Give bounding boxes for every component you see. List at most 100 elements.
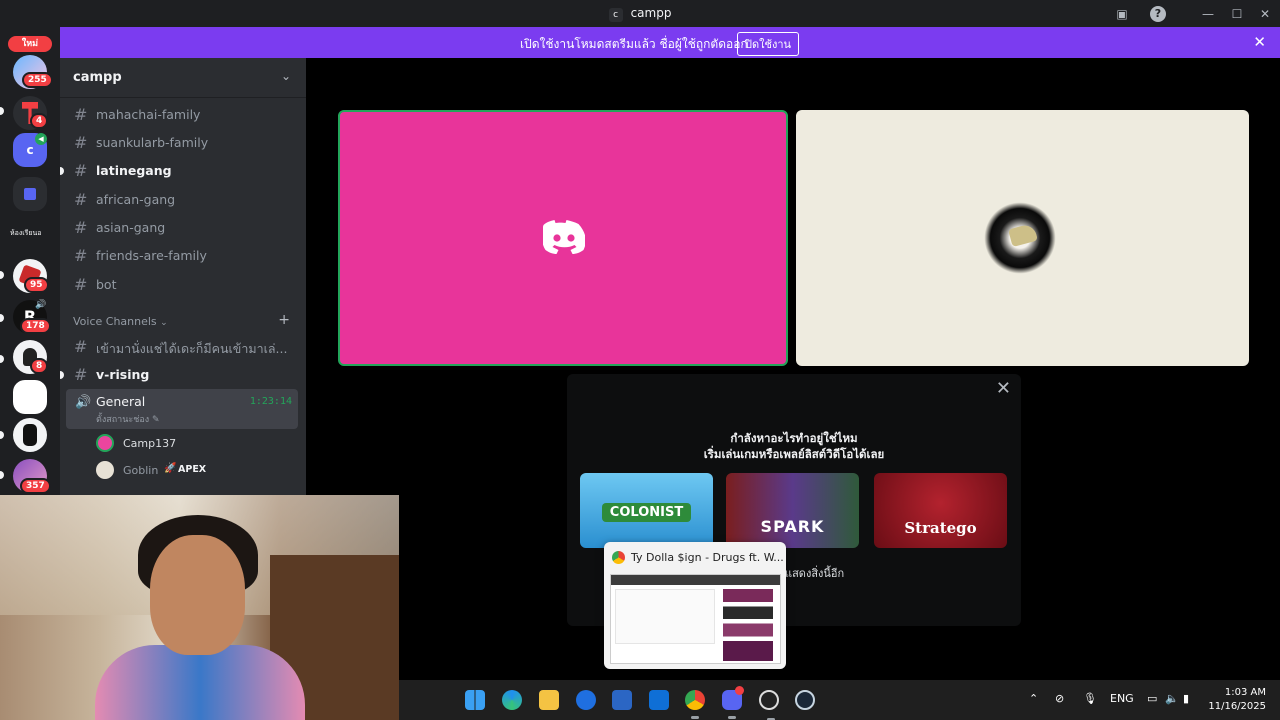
server-icon-7[interactable] — [13, 418, 47, 452]
hash-icon: # — [74, 161, 88, 180]
channel-item[interactable]: # friends-are-family — [66, 242, 298, 268]
battery-saver-icon[interactable]: ⊘ — [1055, 692, 1064, 705]
video-tile-camp137[interactable] — [338, 110, 788, 366]
channel-item[interactable]: # latinegang — [66, 157, 298, 183]
mention-badge-1: 255 — [22, 72, 53, 88]
preview-title: Ty Dolla $ign - Drugs ft. W... — [631, 551, 784, 564]
mention-badge-2: 4 — [30, 113, 49, 129]
start-icon[interactable] — [465, 690, 485, 710]
voice-stage: ✕ กำลังหาอะไรทำอยู่ใช่ไหม เริ่มเล่นเกมหร… — [306, 58, 1280, 680]
voice-category[interactable]: Voice Channels ⌄ — [73, 315, 168, 328]
server-header[interactable]: campp ⌄ — [60, 58, 306, 98]
server-badge-icon: c — [608, 8, 623, 22]
channel-label: mahachai-family — [96, 107, 201, 122]
add-channel-button[interactable]: + — [278, 312, 290, 328]
unread-indicator — [60, 167, 64, 175]
notice-message: เปิดใช้งานโหมดสตรีมแล้ว ชื่อผู้ใช้ถูกตัด… — [520, 37, 748, 51]
minimize-button[interactable]: — — [1199, 5, 1217, 23]
hash-icon: # — [74, 275, 88, 294]
unread-pip-6 — [0, 471, 4, 479]
voice-user-name: Goblin — [123, 464, 159, 477]
close-icon[interactable]: ✕ — [996, 378, 1011, 399]
hash-icon: # — [74, 246, 88, 265]
hash-icon: # — [74, 190, 88, 209]
preview-thumbnail — [610, 574, 781, 664]
taskbar-preview[interactable]: Ty Dolla $ign - Drugs ft. W... — [604, 542, 786, 669]
avatar — [96, 434, 114, 452]
channel-label: v-rising — [96, 367, 150, 382]
file-explorer-icon[interactable] — [539, 690, 559, 710]
show-more-label[interactable]: แสดงสิ่งนี้อีก — [785, 564, 844, 582]
folder-icon[interactable] — [13, 177, 47, 211]
channel-label: latinegang — [96, 163, 172, 178]
app-icon[interactable] — [759, 690, 779, 720]
mention-badge-6: 357 — [20, 478, 51, 494]
channel-item[interactable]: # bot — [66, 271, 298, 297]
chrome-icon — [612, 551, 625, 564]
chrome-icon[interactable] — [685, 690, 705, 719]
game-name: COLONIST — [602, 503, 691, 522]
webcam-overlay — [0, 495, 399, 720]
chevron-up-icon[interactable]: ⌃ — [1029, 692, 1038, 705]
edge-icon[interactable] — [502, 690, 522, 710]
channel-label: african-gang — [96, 192, 176, 207]
unread-pip-5 — [0, 431, 4, 439]
server-rail: ใหม่ 255 4 c ◀ ห้องเรียนอ 95 R 178 🔊 8 3… — [0, 27, 60, 497]
store-icon[interactable] — [612, 690, 632, 710]
hash-icon: # — [74, 337, 88, 356]
channel-item[interactable]: # asian-gang — [66, 214, 298, 240]
chevron-down-icon: ⌄ — [160, 318, 168, 328]
channel-sidebar: campp ⌄ # mahachai-family # suankularb-f… — [60, 58, 306, 498]
display-icon[interactable]: ▭ — [1147, 692, 1157, 705]
close-icon[interactable]: ✕ — [1253, 33, 1266, 51]
disable-button[interactable]: ปิดใช้งาน — [737, 32, 800, 56]
game-card-spark[interactable]: SPARK — [726, 473, 859, 548]
server-name: campp — [73, 70, 122, 85]
language-indicator[interactable]: ENG — [1110, 692, 1134, 705]
window-title: c campp — [0, 6, 1280, 22]
discord-logo-icon — [543, 220, 585, 254]
channel-label: เข้ามานั่งแช่ได้เดะก็มีคนเข้ามาเล่... — [96, 341, 288, 356]
video-tile-goblin[interactable] — [796, 110, 1249, 366]
activity-subheading: เริ่มเล่นเกมหรือเพลย์ลิสต์วิดีโอได้เลย — [703, 447, 885, 461]
notification-dot — [735, 686, 744, 695]
hash-icon: # — [74, 218, 88, 237]
voice-timer: 1:23:14 — [249, 396, 292, 407]
unread-indicator — [60, 371, 64, 379]
outlook-icon[interactable] — [649, 690, 669, 710]
voice-category-label: Voice Channels — [73, 315, 157, 328]
chevron-down-icon[interactable]: ⌄ — [281, 69, 291, 83]
close-window-button[interactable]: ✕ — [1256, 5, 1274, 23]
system-clock[interactable]: 1:03 AM 11/16/2025 — [1208, 686, 1266, 714]
remote-desktop-icon[interactable] — [576, 690, 596, 710]
volume-icon[interactable]: 🔈 — [1165, 692, 1179, 705]
clock-date: 11/16/2025 — [1208, 701, 1266, 712]
mention-badge-4: 178 — [20, 318, 51, 334]
avatar — [96, 461, 114, 479]
microphone-icon[interactable]: 🎙 — [1083, 692, 1097, 705]
hash-icon: # — [74, 365, 88, 384]
voice-user-name: Camp137 — [123, 437, 177, 450]
unread-pip — [0, 107, 4, 115]
help-icon[interactable]: ? — [1150, 6, 1166, 22]
channel-status[interactable]: ตั้งสถานะช่อง ✎ — [96, 412, 160, 426]
steam-icon[interactable] — [795, 690, 815, 710]
channel-item[interactable]: # african-gang — [66, 186, 298, 212]
voice-channel-item[interactable]: # เข้ามานั่งแช่ได้เดะก็มีคนเข้ามาเล่... — [66, 333, 298, 359]
game-card-stratego[interactable]: Stratego — [874, 473, 1007, 548]
channel-item[interactable]: # mahachai-family — [66, 101, 298, 127]
unread-pip-3 — [0, 314, 4, 322]
maximize-button[interactable]: ☐ — [1228, 5, 1246, 23]
active-voice-channel[interactable]: 🔊 General 1:23:14 ตั้งสถานะช่อง ✎ — [66, 389, 298, 429]
battery-icon[interactable]: ▮ — [1183, 692, 1189, 705]
speaker-icon: 🔊 — [75, 395, 92, 410]
server-icon-6[interactable] — [13, 380, 47, 414]
mention-badge-5: 8 — [30, 358, 49, 374]
channel-item[interactable]: # suankularb-family — [66, 129, 298, 155]
game-name: SPARK — [760, 517, 825, 536]
inbox-icon[interactable]: ▣ — [1113, 5, 1131, 23]
voice-channel-label: General — [96, 394, 146, 409]
channel-label: bot — [96, 277, 117, 292]
game-card-colonist[interactable]: COLONIST — [580, 473, 713, 548]
voice-channel-item[interactable]: # v-rising — [66, 361, 298, 387]
